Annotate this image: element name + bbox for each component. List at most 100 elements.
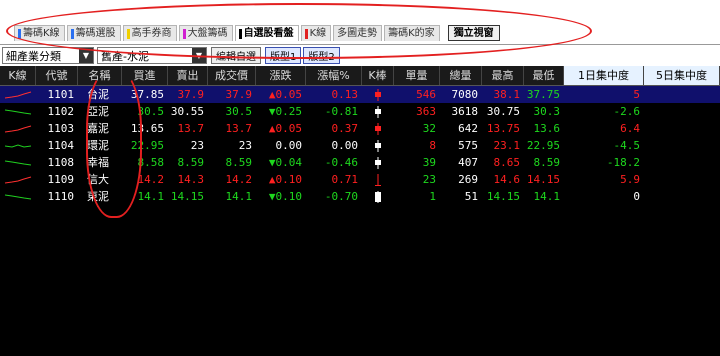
- price-change-value: 0.05: [275, 88, 303, 101]
- concentration-1d: -4.5: [613, 139, 641, 152]
- kbar-cell: [362, 188, 394, 205]
- kline-cell: [0, 171, 36, 188]
- kline-cell: [0, 103, 36, 120]
- table-row[interactable]: 1104 環泥 22.95 23 23 0.00 0.00 8 575 23.1 22.95 -4.5: [0, 137, 720, 154]
- edit-watchlist-button[interactable]: 編輯自選: [211, 47, 261, 64]
- price-change: ▲0.05: [256, 86, 306, 103]
- kbar-cell: [362, 171, 394, 188]
- stock-code: 1101: [47, 88, 75, 101]
- tab-5[interactable]: K線: [300, 25, 332, 41]
- stock-code: 1104: [47, 139, 75, 152]
- column-header[interactable]: 成交價: [208, 66, 256, 85]
- standalone-window-button[interactable]: 獨立視窗: [447, 25, 500, 41]
- candlestick-icon: [375, 174, 381, 186]
- tab-color-marker: [126, 28, 130, 39]
- table-row[interactable]: 1110 東泥 14.1 14.15 14.1 ▼0.10 -0.70 1 51 14.15 14.…: [0, 188, 720, 205]
- total-volume: 269: [458, 173, 478, 186]
- kbar-cell: [362, 154, 394, 171]
- concentration-5d: [644, 86, 720, 103]
- column-header[interactable]: 漲跌: [256, 66, 306, 85]
- stock-code: 1110: [47, 190, 75, 203]
- kline-cell: [0, 86, 36, 103]
- tick-volume: 1: [429, 190, 436, 203]
- tick-volume: 363: [416, 105, 436, 118]
- column-header[interactable]: K線: [0, 66, 36, 85]
- sparkline-icon: [4, 109, 32, 115]
- group-select-value: 舊產-水泥: [101, 49, 149, 63]
- concentration-1d: 6.4: [620, 122, 640, 135]
- column-header[interactable]: 名稱: [78, 66, 122, 85]
- chevron-down-icon: ▼: [79, 48, 93, 63]
- change-percent: -0.70: [324, 190, 358, 203]
- total-volume: 642: [458, 122, 478, 135]
- column-header[interactable]: 代號: [36, 66, 78, 85]
- low-price: 14.1: [533, 190, 561, 203]
- high-price: 38.1: [493, 88, 521, 101]
- bid-price: 30.5: [137, 105, 165, 118]
- concentration-1d: -18.2: [606, 156, 640, 169]
- category-select[interactable]: 細產業分類 ▼: [2, 47, 94, 64]
- triangle-down-icon: ▼: [268, 156, 276, 169]
- tab-label: 籌碼K線: [23, 28, 60, 39]
- column-header[interactable]: 5日集中度: [644, 66, 720, 85]
- candlestick-icon: [375, 123, 381, 135]
- tab-color-marker: [238, 28, 242, 39]
- column-header[interactable]: 單量: [394, 66, 440, 85]
- stock-code: 1108: [47, 156, 75, 169]
- concentration-5d: [644, 154, 720, 171]
- layout2-button[interactable]: 版型2: [303, 47, 340, 64]
- candlestick-icon: [375, 191, 381, 203]
- column-header[interactable]: 1日集中度: [564, 66, 644, 85]
- tab-0[interactable]: 籌碼K線: [14, 25, 65, 41]
- column-header[interactable]: 總量: [440, 66, 482, 85]
- tab-1[interactable]: 籌碼選股: [66, 25, 121, 41]
- table-row[interactable]: 1108 幸福 8.58 8.59 8.59 ▼0.04 -0.46 39 407 8.65 8.5…: [0, 154, 720, 171]
- table-row[interactable]: 1101 台泥 37.85 37.9 37.9 ▲0.05 0.13 546 7080 38.1 3…: [0, 86, 720, 103]
- column-header[interactable]: 最低: [524, 66, 564, 85]
- bid-price: 8.58: [137, 156, 165, 169]
- last-price: 23: [238, 139, 252, 152]
- table-row[interactable]: 1103 嘉泥 13.65 13.7 13.7 ▲0.05 0.37 32 642 13.75 13…: [0, 120, 720, 137]
- price-change-value: 0.10: [275, 190, 303, 203]
- ask-price: 37.9: [177, 88, 205, 101]
- last-price: 8.59: [225, 156, 253, 169]
- ask-price: 14.3: [177, 173, 205, 186]
- quote-table: K線 代號 名稱 買進 賣出 成交價 漲跌 漲幅% K棒 單量 總量 最高 最低 1日集中度 5日集中度 1…: [0, 66, 720, 205]
- price-change: ▲0.10: [256, 171, 306, 188]
- candlestick-icon: [375, 89, 381, 101]
- tab-label: K線: [309, 28, 327, 39]
- column-header[interactable]: 買進: [122, 66, 168, 85]
- sparkline-icon: [4, 160, 32, 166]
- candlestick-icon: [375, 106, 381, 118]
- last-price: 14.1: [225, 190, 253, 203]
- tab-2[interactable]: 高手券商: [122, 25, 177, 41]
- tab-7[interactable]: 籌碼K的家: [384, 25, 440, 41]
- price-change: ▼0.10: [256, 188, 306, 205]
- concentration-1d: -2.6: [613, 105, 641, 118]
- change-percent: 0.37: [331, 122, 359, 135]
- stock-name: 東泥: [87, 190, 109, 203]
- price-change: ▼0.25: [256, 103, 306, 120]
- table-row[interactable]: 1109 信大 14.2 14.3 14.2 ▲0.10 0.71 23 269 14.6 14.1…: [0, 171, 720, 188]
- column-header[interactable]: 漲幅%: [306, 66, 362, 85]
- tab-label: 高手券商: [131, 28, 172, 39]
- table-row[interactable]: 1102 亞泥 30.5 30.55 30.5 ▼0.25 -0.81 363 3618 30.7…: [0, 103, 720, 120]
- tab-color-marker: [304, 28, 308, 39]
- concentration-5d: [644, 171, 720, 188]
- column-header[interactable]: K棒: [362, 66, 394, 85]
- concentration-5d: [644, 120, 720, 137]
- layout1-button[interactable]: 版型1: [265, 47, 302, 64]
- group-select[interactable]: 舊產-水泥 ▼: [97, 47, 207, 64]
- sparkline-icon: [4, 176, 32, 184]
- total-volume: 407: [458, 156, 478, 169]
- ask-price: 23: [190, 139, 204, 152]
- stock-code: 1102: [47, 105, 75, 118]
- tab-3[interactable]: 大盤籌碼: [178, 25, 233, 41]
- column-header[interactable]: 賣出: [168, 66, 208, 85]
- price-change-value: 0.04: [275, 156, 303, 169]
- tab-6[interactable]: 多圖走勢: [333, 25, 383, 41]
- tick-volume: 8: [429, 139, 436, 152]
- concentration-5d: [644, 188, 720, 205]
- column-header[interactable]: 最高: [482, 66, 524, 85]
- tab-4[interactable]: 自選股看盤: [234, 25, 299, 41]
